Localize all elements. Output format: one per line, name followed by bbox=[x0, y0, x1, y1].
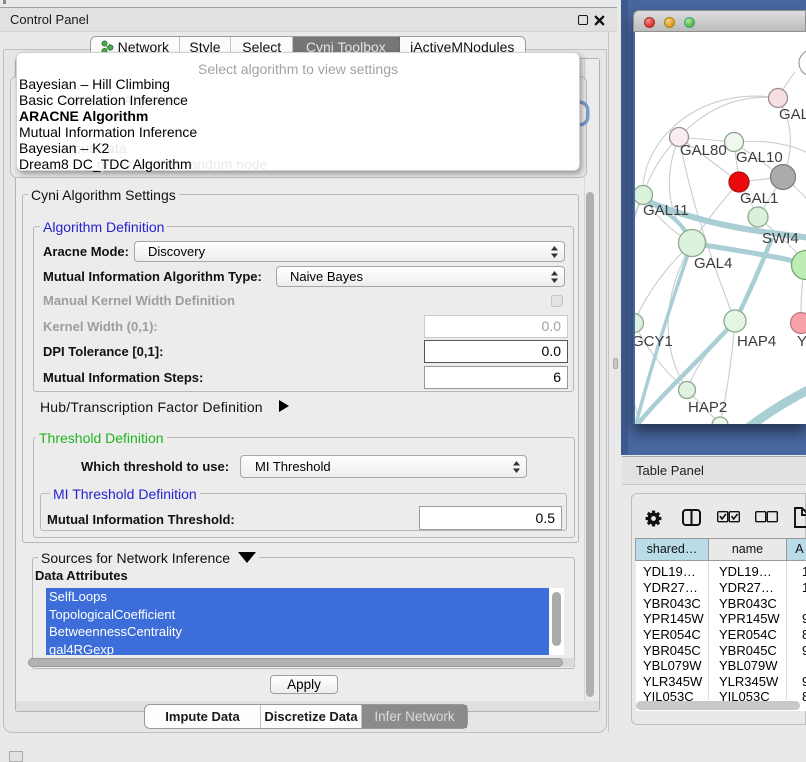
svg-text:GAL80: GAL80 bbox=[680, 142, 727, 159]
svg-text:SWI4: SWI4 bbox=[762, 230, 799, 247]
svg-text:GAL11: GAL11 bbox=[643, 202, 689, 219]
svg-text:GAL1: GAL1 bbox=[740, 190, 778, 207]
svg-text:HAP4: HAP4 bbox=[737, 333, 776, 350]
svg-text:GCY1: GCY1 bbox=[635, 333, 673, 350]
svg-text:HAP2: HAP2 bbox=[688, 399, 727, 416]
svg-text:GAL4: GAL4 bbox=[694, 255, 732, 272]
svg-text:YM: YM bbox=[797, 333, 806, 350]
svg-text:GAL10: GAL10 bbox=[736, 149, 783, 166]
svg-text:GAL7: GAL7 bbox=[779, 106, 806, 123]
